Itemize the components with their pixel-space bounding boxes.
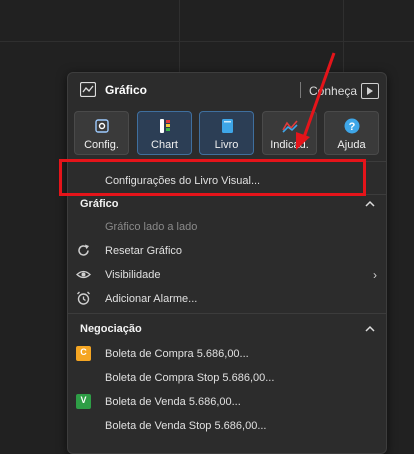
sell-ticket-label: Boleta de Venda 5.686,00... — [105, 396, 241, 408]
side-by-side-item: Gráfico lado a lado — [68, 216, 386, 238]
add-alarm-item[interactable]: Adicionar Alarme... — [68, 288, 386, 310]
reset-icon — [78, 244, 89, 256]
side-by-side-label: Gráfico lado a lado — [105, 221, 198, 233]
chevron-up-icon[interactable] — [364, 198, 376, 210]
reset-chart-label: Resetar Gráfico — [105, 245, 183, 257]
eye-icon — [76, 270, 91, 279]
sell-stop-ticket-label: Boleta de Venda Stop 5.686,00... — [105, 420, 267, 432]
book-label: Livro — [214, 139, 239, 151]
sell-ticket-item[interactable]: V Boleta de Venda 5.686,00... — [68, 391, 386, 413]
menu-title: Gráfico — [105, 83, 148, 97]
divider — [68, 194, 386, 195]
config-button[interactable]: Config. — [74, 111, 129, 155]
alarm-icon — [77, 291, 90, 305]
help-icon: ? — [344, 118, 359, 134]
buy-ticket-item[interactable]: C Boleta de Compra 5.686,00... — [68, 343, 386, 365]
config-label: Config. — [84, 139, 119, 151]
buy-badge-icon: C — [76, 346, 91, 361]
book-button[interactable]: Livro — [199, 111, 254, 155]
chart-section-title: Gráfico — [80, 198, 119, 210]
buy-ticket-label: Boleta de Compra 5.686,00... — [105, 348, 249, 360]
visibility-item[interactable]: Visibilidade › — [68, 264, 386, 286]
sell-badge-icon: V — [76, 394, 91, 409]
buy-stop-ticket-label: Boleta de Compra Stop 5.686,00... — [105, 372, 275, 384]
svg-text:?: ? — [348, 121, 355, 133]
reset-chart-item[interactable]: Resetar Gráfico — [68, 240, 386, 262]
book-settings-label: Configurações do Livro Visual... — [105, 175, 261, 187]
chart-button[interactable]: Chart — [137, 111, 192, 155]
divider — [68, 313, 386, 314]
trading-section-title: Negociação — [80, 323, 142, 335]
add-alarm-label: Adicionar Alarme... — [105, 293, 198, 305]
play-video-icon — [361, 83, 380, 99]
annotation-arrow-icon — [296, 52, 336, 150]
settings-icon — [94, 119, 109, 133]
buy-stop-ticket-item[interactable]: Boleta de Compra Stop 5.686,00... — [68, 367, 386, 389]
chart-gridline — [0, 41, 414, 42]
visibility-label: Visibilidade — [105, 269, 161, 281]
book-settings-item[interactable]: Configurações do Livro Visual... — [68, 170, 386, 192]
chart-label: Chart — [151, 139, 178, 151]
chevron-up-icon[interactable] — [364, 323, 376, 335]
book-icon — [221, 119, 233, 133]
divider — [68, 161, 386, 162]
chart-window-icon — [80, 82, 96, 97]
chevron-right-icon: › — [373, 268, 377, 282]
chart-icon — [159, 119, 170, 133]
